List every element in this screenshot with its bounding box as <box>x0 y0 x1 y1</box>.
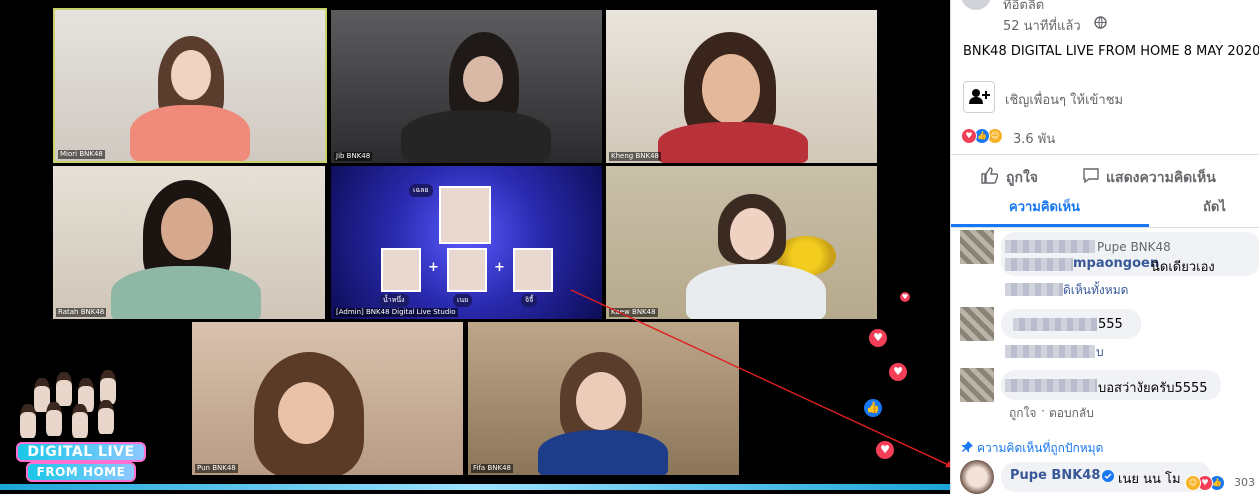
annotation-arrow <box>570 289 950 468</box>
blurred-name <box>1005 240 1095 253</box>
invite-friends-button[interactable] <box>963 81 995 113</box>
commenter-avatar[interactable] <box>960 230 994 264</box>
comment-icon <box>1083 168 1099 184</box>
commenter-avatar[interactable] <box>960 368 994 402</box>
comment-button[interactable]: แสดงความคิดเห็น <box>1106 167 1216 189</box>
comment-text: 555 <box>1098 317 1123 332</box>
blurred-text <box>1013 318 1097 331</box>
video-progress-bar[interactable] <box>0 484 950 490</box>
tab-next[interactable]: ถัดไ <box>1203 196 1226 217</box>
tab-comments[interactable]: ความคิดเห็น <box>1009 196 1080 217</box>
post-title: BNK48 DIGITAL LIVE FROM HOME 8 MAY 2020 <box>963 44 1259 59</box>
comment-author[interactable]: Pupe BNK48 <box>1097 240 1171 254</box>
blurred-text <box>1005 345 1095 358</box>
pinned-comment-text: เนย นน โม <box>1118 472 1181 487</box>
blurred-name <box>1005 379 1097 392</box>
comment-reply-link[interactable]: ตอบกลับ <box>1049 404 1094 423</box>
commenter-avatar[interactable] <box>960 307 994 341</box>
haha-reaction-icon: ☺ <box>1185 475 1201 491</box>
comment-text: บอสว่างัยครับ5555 <box>1098 381 1208 396</box>
post-side-panel: ทีอีตลิต 52 นาทีที่แล้ว BNK48 DIGITAL LI… <box>950 0 1259 494</box>
view-replies-link[interactable]: ดิเห็นทั้งหมด <box>1063 281 1128 300</box>
comment-like-link[interactable]: ถูกใจ <box>1009 404 1036 423</box>
video-stream[interactable]: Miori BNK48 Jib BNK48 Kheng BNK48 Ratah … <box>0 0 950 494</box>
reply-link[interactable]: บ <box>1096 343 1104 362</box>
blurred-text <box>1005 283 1063 296</box>
pinned-commenter-avatar[interactable] <box>960 460 994 494</box>
blurred-text <box>1005 258 1073 271</box>
comment-text: นิดเดียวเอง <box>1151 260 1215 275</box>
pinned-reaction-count[interactable]: 303 <box>1234 476 1255 489</box>
pinned-comment-author[interactable]: Pupe BNK48 <box>1010 468 1100 483</box>
love-reaction-icon: ♥ <box>961 128 977 144</box>
verified-badge-icon <box>1102 470 1114 482</box>
pinned-comment-label[interactable]: ความคิดเห็นที่ถูกปักหมุด <box>977 439 1103 458</box>
comment-mention[interactable]: mpaongoen <box>1073 256 1159 271</box>
author-avatar[interactable] <box>961 0 991 10</box>
like-icon <box>981 167 998 184</box>
invite-friends-label[interactable]: เชิญเพื่อนๆ ให้เข้าชม <box>1005 89 1123 110</box>
add-friend-icon <box>969 89 990 104</box>
pin-icon <box>962 441 973 452</box>
globe-icon <box>1094 16 1107 29</box>
post-author[interactable]: ทีอีตลิต <box>1003 0 1044 15</box>
reaction-count[interactable]: 3.6 พัน <box>1013 128 1055 149</box>
like-button[interactable]: ถูกใจ <box>1006 167 1038 189</box>
post-time[interactable]: 52 นาทีที่แล้ว <box>1003 15 1081 36</box>
